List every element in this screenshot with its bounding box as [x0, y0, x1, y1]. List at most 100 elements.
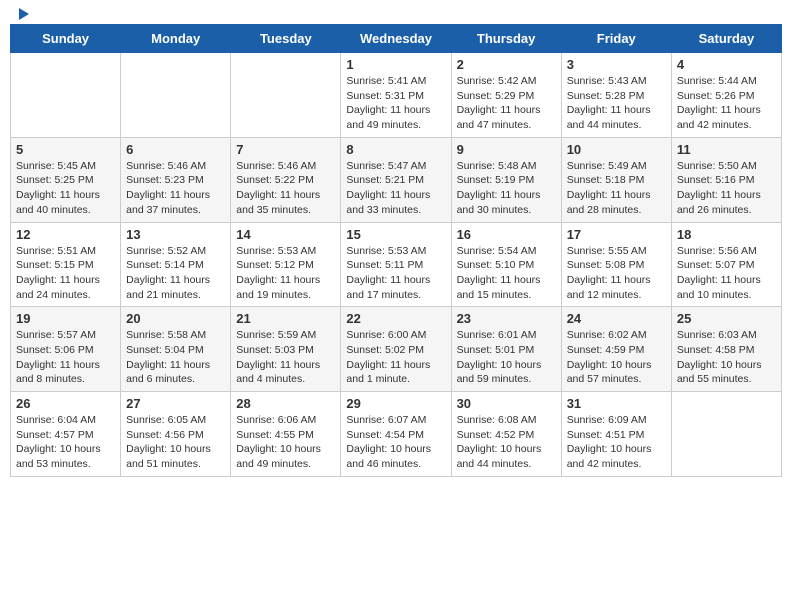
day-number: 24	[567, 311, 666, 326]
day-info: Sunrise: 5:41 AM Sunset: 5:31 PM Dayligh…	[346, 74, 445, 133]
calendar-header-row: SundayMondayTuesdayWednesdayThursdayFrid…	[11, 25, 782, 53]
calendar-cell: 27 Sunrise: 6:05 AM Sunset: 4:56 PM Dayli…	[121, 392, 231, 477]
day-number: 1	[346, 57, 445, 72]
logo-arrow-icon	[15, 6, 31, 22]
day-number: 4	[677, 57, 776, 72]
day-number: 8	[346, 142, 445, 157]
day-number: 16	[457, 227, 556, 242]
calendar-cell: 25 Sunrise: 6:03 AM Sunset: 4:58 PM Dayli…	[671, 307, 781, 392]
day-info: Sunrise: 6:04 AM Sunset: 4:57 PM Dayligh…	[16, 413, 115, 472]
calendar-cell: 14 Sunrise: 5:53 AM Sunset: 5:12 PM Dayli…	[231, 222, 341, 307]
calendar-cell: 11 Sunrise: 5:50 AM Sunset: 5:16 PM Dayli…	[671, 137, 781, 222]
calendar-cell: 2 Sunrise: 5:42 AM Sunset: 5:29 PM Daylig…	[451, 53, 561, 138]
calendar-cell: 22Sunrise: 6:00 AM Sunset: 5:02 PM Dayli…	[341, 307, 451, 392]
day-info: Sunrise: 5:54 AM Sunset: 5:10 PM Dayligh…	[457, 244, 556, 303]
day-info: Sunrise: 5:59 AM Sunset: 5:03 PM Dayligh…	[236, 328, 335, 387]
day-info: Sunrise: 5:56 AM Sunset: 5:07 PM Dayligh…	[677, 244, 776, 303]
calendar-cell: 10 Sunrise: 5:49 AM Sunset: 5:18 PM Dayli…	[561, 137, 671, 222]
calendar-day-header: Thursday	[451, 25, 561, 53]
day-number: 23	[457, 311, 556, 326]
day-number: 6	[126, 142, 225, 157]
calendar-week-row: 1 Sunrise: 5:41 AM Sunset: 5:31 PM Daylig…	[11, 53, 782, 138]
day-number: 31	[567, 396, 666, 411]
day-info: Sunrise: 5:52 AM Sunset: 5:14 PM Dayligh…	[126, 244, 225, 303]
calendar-cell	[231, 53, 341, 138]
day-info: Sunrise: 6:08 AM Sunset: 4:52 PM Dayligh…	[457, 413, 556, 472]
day-info: Sunrise: 5:50 AM Sunset: 5:16 PM Dayligh…	[677, 159, 776, 218]
calendar-cell: 6 Sunrise: 5:46 AM Sunset: 5:23 PM Daylig…	[121, 137, 231, 222]
calendar-day-header: Saturday	[671, 25, 781, 53]
day-number: 26	[16, 396, 115, 411]
calendar-cell: 30 Sunrise: 6:08 AM Sunset: 4:52 PM Dayli…	[451, 392, 561, 477]
day-info: Sunrise: 5:58 AM Sunset: 5:04 PM Dayligh…	[126, 328, 225, 387]
day-number: 30	[457, 396, 556, 411]
calendar-cell: 3 Sunrise: 5:43 AM Sunset: 5:28 PM Daylig…	[561, 53, 671, 138]
day-info: Sunrise: 6:00 AM Sunset: 5:02 PM Dayligh…	[346, 328, 445, 387]
day-info: Sunrise: 5:53 AM Sunset: 5:11 PM Dayligh…	[346, 244, 445, 303]
calendar-cell: 9Sunrise: 5:48 AM Sunset: 5:19 PM Daylig…	[451, 137, 561, 222]
calendar-body: 1 Sunrise: 5:41 AM Sunset: 5:31 PM Daylig…	[11, 53, 782, 477]
calendar-cell: 16 Sunrise: 5:54 AM Sunset: 5:10 PM Dayli…	[451, 222, 561, 307]
day-info: Sunrise: 5:53 AM Sunset: 5:12 PM Dayligh…	[236, 244, 335, 303]
calendar-cell: 31 Sunrise: 6:09 AM Sunset: 4:51 PM Dayli…	[561, 392, 671, 477]
calendar-week-row: 26 Sunrise: 6:04 AM Sunset: 4:57 PM Dayli…	[11, 392, 782, 477]
day-number: 2	[457, 57, 556, 72]
calendar-week-row: 5Sunrise: 5:45 AM Sunset: 5:25 PM Daylig…	[11, 137, 782, 222]
day-number: 21	[236, 311, 335, 326]
day-info: Sunrise: 5:51 AM Sunset: 5:15 PM Dayligh…	[16, 244, 115, 303]
day-info: Sunrise: 5:57 AM Sunset: 5:06 PM Dayligh…	[16, 328, 115, 387]
day-info: Sunrise: 5:46 AM Sunset: 5:23 PM Dayligh…	[126, 159, 225, 218]
calendar-cell: 29 Sunrise: 6:07 AM Sunset: 4:54 PM Dayli…	[341, 392, 451, 477]
day-number: 15	[346, 227, 445, 242]
day-info: Sunrise: 6:07 AM Sunset: 4:54 PM Dayligh…	[346, 413, 445, 472]
day-info: Sunrise: 6:03 AM Sunset: 4:58 PM Dayligh…	[677, 328, 776, 387]
day-number: 5	[16, 142, 115, 157]
calendar-cell	[671, 392, 781, 477]
day-number: 11	[677, 142, 776, 157]
calendar-day-header: Friday	[561, 25, 671, 53]
day-number: 28	[236, 396, 335, 411]
calendar-cell: 26 Sunrise: 6:04 AM Sunset: 4:57 PM Dayli…	[11, 392, 121, 477]
calendar-week-row: 12 Sunrise: 5:51 AM Sunset: 5:15 PM Dayli…	[11, 222, 782, 307]
day-info: Sunrise: 5:42 AM Sunset: 5:29 PM Dayligh…	[457, 74, 556, 133]
day-number: 29	[346, 396, 445, 411]
day-info: Sunrise: 5:47 AM Sunset: 5:21 PM Dayligh…	[346, 159, 445, 218]
calendar-cell: 23Sunrise: 6:01 AM Sunset: 5:01 PM Dayli…	[451, 307, 561, 392]
calendar-cell: 4Sunrise: 5:44 AM Sunset: 5:26 PM Daylig…	[671, 53, 781, 138]
logo	[14, 10, 31, 16]
day-info: Sunrise: 5:46 AM Sunset: 5:22 PM Dayligh…	[236, 159, 335, 218]
calendar-cell: 19 Sunrise: 5:57 AM Sunset: 5:06 PM Dayli…	[11, 307, 121, 392]
calendar-day-header: Sunday	[11, 25, 121, 53]
calendar-cell: 5Sunrise: 5:45 AM Sunset: 5:25 PM Daylig…	[11, 137, 121, 222]
day-number: 25	[677, 311, 776, 326]
day-number: 20	[126, 311, 225, 326]
day-info: Sunrise: 6:09 AM Sunset: 4:51 PM Dayligh…	[567, 413, 666, 472]
day-number: 19	[16, 311, 115, 326]
day-info: Sunrise: 6:06 AM Sunset: 4:55 PM Dayligh…	[236, 413, 335, 472]
day-number: 27	[126, 396, 225, 411]
day-number: 7	[236, 142, 335, 157]
calendar-cell: 15 Sunrise: 5:53 AM Sunset: 5:11 PM Dayli…	[341, 222, 451, 307]
day-number: 13	[126, 227, 225, 242]
day-info: Sunrise: 6:05 AM Sunset: 4:56 PM Dayligh…	[126, 413, 225, 472]
day-info: Sunrise: 5:49 AM Sunset: 5:18 PM Dayligh…	[567, 159, 666, 218]
page-header	[10, 10, 782, 16]
calendar-cell: 13 Sunrise: 5:52 AM Sunset: 5:14 PM Dayli…	[121, 222, 231, 307]
calendar-cell	[11, 53, 121, 138]
calendar-cell: 12 Sunrise: 5:51 AM Sunset: 5:15 PM Dayli…	[11, 222, 121, 307]
calendar-cell: 1 Sunrise: 5:41 AM Sunset: 5:31 PM Daylig…	[341, 53, 451, 138]
day-number: 14	[236, 227, 335, 242]
day-number: 18	[677, 227, 776, 242]
day-number: 3	[567, 57, 666, 72]
calendar-cell: 21 Sunrise: 5:59 AM Sunset: 5:03 PM Dayli…	[231, 307, 341, 392]
calendar-week-row: 19 Sunrise: 5:57 AM Sunset: 5:06 PM Dayli…	[11, 307, 782, 392]
calendar-cell: 7 Sunrise: 5:46 AM Sunset: 5:22 PM Daylig…	[231, 137, 341, 222]
day-info: Sunrise: 5:55 AM Sunset: 5:08 PM Dayligh…	[567, 244, 666, 303]
day-info: Sunrise: 5:48 AM Sunset: 5:19 PM Dayligh…	[457, 159, 556, 218]
calendar-cell: 8 Sunrise: 5:47 AM Sunset: 5:21 PM Daylig…	[341, 137, 451, 222]
day-number: 10	[567, 142, 666, 157]
day-info: Sunrise: 5:43 AM Sunset: 5:28 PM Dayligh…	[567, 74, 666, 133]
day-info: Sunrise: 6:02 AM Sunset: 4:59 PM Dayligh…	[567, 328, 666, 387]
day-number: 12	[16, 227, 115, 242]
calendar-cell: 28 Sunrise: 6:06 AM Sunset: 4:55 PM Dayli…	[231, 392, 341, 477]
